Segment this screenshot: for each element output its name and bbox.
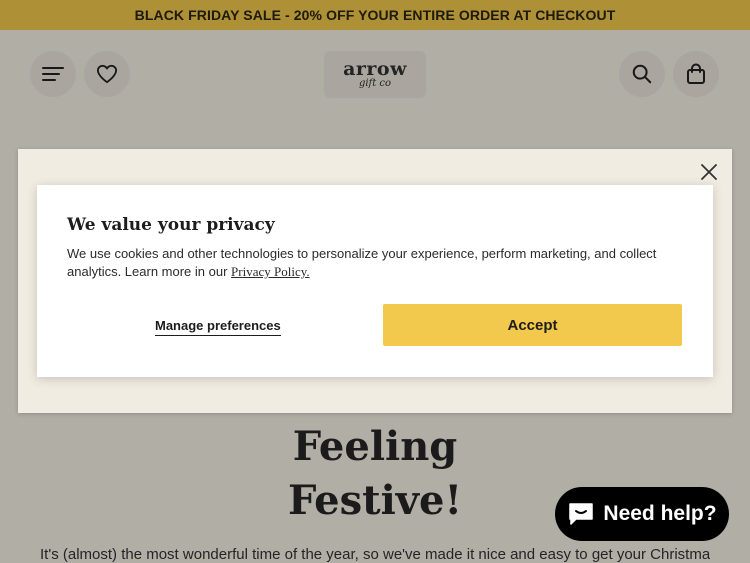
privacy-body: We use cookies and other technologies to… [67,245,667,281]
privacy-card: We value your privacy We use cookies and… [37,185,713,377]
privacy-body-text: We use cookies and other technologies to… [67,246,657,279]
chat-icon [569,503,594,525]
accept-button[interactable]: Accept [383,304,682,346]
privacy-modal: We value your privacy We use cookies and… [18,149,732,413]
privacy-policy-link[interactable]: Privacy Policy. [231,264,310,279]
close-button[interactable] [698,161,720,183]
help-chat-label: Need help? [603,502,717,525]
close-icon [701,164,717,180]
privacy-title: We value your privacy [67,215,275,235]
help-chat-button[interactable]: Need help? [555,487,729,541]
manage-preferences-button[interactable]: Manage preferences [155,318,281,336]
